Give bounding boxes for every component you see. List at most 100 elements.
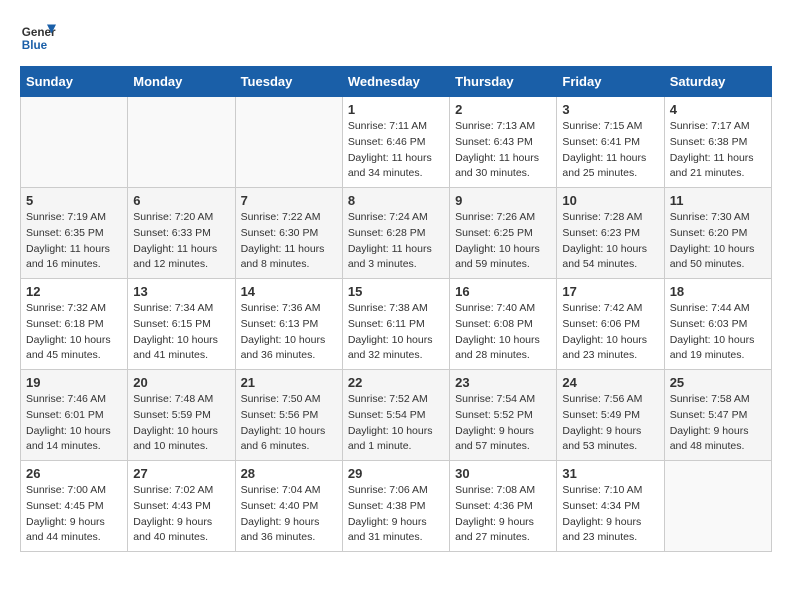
day-cell: 16 Sunrise: 7:40 AM Sunset: 6:08 PM Dayli… [450,279,557,370]
day-cell: 11 Sunrise: 7:30 AM Sunset: 6:20 PM Dayli… [664,188,771,279]
day-cell: 15 Sunrise: 7:38 AM Sunset: 6:11 PM Dayli… [342,279,449,370]
day-info: Sunrise: 7:50 AM Sunset: 5:56 PM Dayligh… [241,392,337,455]
day-cell: 12 Sunrise: 7:32 AM Sunset: 6:18 PM Dayli… [21,279,128,370]
week-row-4: 19 Sunrise: 7:46 AM Sunset: 6:01 PM Dayli… [21,370,772,461]
day-cell: 31 Sunrise: 7:10 AM Sunset: 4:34 PM Dayli… [557,461,664,552]
day-info: Sunrise: 7:08 AM Sunset: 4:36 PM Dayligh… [455,483,551,546]
day-info: Sunrise: 7:26 AM Sunset: 6:25 PM Dayligh… [455,210,551,273]
day-info: Sunrise: 7:32 AM Sunset: 6:18 PM Dayligh… [26,301,122,364]
calendar-table: SundayMondayTuesdayWednesdayThursdayFrid… [20,66,772,552]
day-cell: 17 Sunrise: 7:42 AM Sunset: 6:06 PM Dayli… [557,279,664,370]
day-number: 31 [562,466,658,481]
day-info: Sunrise: 7:22 AM Sunset: 6:30 PM Dayligh… [241,210,337,273]
day-header-monday: Monday [128,67,235,97]
day-header-tuesday: Tuesday [235,67,342,97]
day-info: Sunrise: 7:44 AM Sunset: 6:03 PM Dayligh… [670,301,766,364]
day-number: 6 [133,193,229,208]
day-header-saturday: Saturday [664,67,771,97]
day-info: Sunrise: 7:04 AM Sunset: 4:40 PM Dayligh… [241,483,337,546]
logo-icon: General Blue [20,20,56,56]
day-cell: 2 Sunrise: 7:13 AM Sunset: 6:43 PM Daylig… [450,97,557,188]
day-number: 25 [670,375,766,390]
day-number: 28 [241,466,337,481]
page-header: General Blue [20,20,772,56]
day-number: 11 [670,193,766,208]
day-info: Sunrise: 7:11 AM Sunset: 6:46 PM Dayligh… [348,119,444,182]
day-cell: 30 Sunrise: 7:08 AM Sunset: 4:36 PM Dayli… [450,461,557,552]
day-number: 23 [455,375,551,390]
week-row-2: 5Sunrise: 7:19 AM Sunset: 6:35 PM Daylig… [21,188,772,279]
day-number: 2 [455,102,551,117]
day-number: 17 [562,284,658,299]
day-number: 5 [26,193,122,208]
day-info: Sunrise: 7:28 AM Sunset: 6:23 PM Dayligh… [562,210,658,273]
day-info: Sunrise: 7:38 AM Sunset: 6:11 PM Dayligh… [348,301,444,364]
day-cell: 19 Sunrise: 7:46 AM Sunset: 6:01 PM Dayli… [21,370,128,461]
day-number: 19 [26,375,122,390]
day-info: Sunrise: 7:00 AM Sunset: 4:45 PM Dayligh… [26,483,122,546]
day-info: Sunrise: 7:15 AM Sunset: 6:41 PM Dayligh… [562,119,658,182]
day-number: 20 [133,375,229,390]
day-cell: 8Sunrise: 7:24 AM Sunset: 6:28 PM Daylig… [342,188,449,279]
day-cell [128,97,235,188]
day-info: Sunrise: 7:46 AM Sunset: 6:01 PM Dayligh… [26,392,122,455]
day-cell: 25 Sunrise: 7:58 AM Sunset: 5:47 PM Dayli… [664,370,771,461]
day-cell [664,461,771,552]
day-cell [21,97,128,188]
logo: General Blue [20,20,56,56]
day-header-wednesday: Wednesday [342,67,449,97]
day-number: 14 [241,284,337,299]
day-header-friday: Friday [557,67,664,97]
day-info: Sunrise: 7:13 AM Sunset: 6:43 PM Dayligh… [455,119,551,182]
day-info: Sunrise: 7:02 AM Sunset: 4:43 PM Dayligh… [133,483,229,546]
day-info: Sunrise: 7:40 AM Sunset: 6:08 PM Dayligh… [455,301,551,364]
week-row-5: 26 Sunrise: 7:00 AM Sunset: 4:45 PM Dayli… [21,461,772,552]
day-number: 24 [562,375,658,390]
day-number: 30 [455,466,551,481]
day-cell: 28 Sunrise: 7:04 AM Sunset: 4:40 PM Dayli… [235,461,342,552]
day-cell: 7Sunrise: 7:22 AM Sunset: 6:30 PM Daylig… [235,188,342,279]
day-info: Sunrise: 7:20 AM Sunset: 6:33 PM Dayligh… [133,210,229,273]
day-cell: 23 Sunrise: 7:54 AM Sunset: 5:52 PM Dayli… [450,370,557,461]
day-cell: 10 Sunrise: 7:28 AM Sunset: 6:23 PM Dayli… [557,188,664,279]
day-number: 26 [26,466,122,481]
day-cell: 26 Sunrise: 7:00 AM Sunset: 4:45 PM Dayli… [21,461,128,552]
day-info: Sunrise: 7:34 AM Sunset: 6:15 PM Dayligh… [133,301,229,364]
day-number: 8 [348,193,444,208]
day-cell: 21 Sunrise: 7:50 AM Sunset: 5:56 PM Dayli… [235,370,342,461]
day-cell: 27 Sunrise: 7:02 AM Sunset: 4:43 PM Dayli… [128,461,235,552]
day-info: Sunrise: 7:36 AM Sunset: 6:13 PM Dayligh… [241,301,337,364]
day-number: 12 [26,284,122,299]
day-number: 10 [562,193,658,208]
day-header-thursday: Thursday [450,67,557,97]
day-number: 3 [562,102,658,117]
week-row-1: 1 Sunrise: 7:11 AM Sunset: 6:46 PM Daylig… [21,97,772,188]
day-cell [235,97,342,188]
days-header-row: SundayMondayTuesdayWednesdayThursdayFrid… [21,67,772,97]
day-info: Sunrise: 7:52 AM Sunset: 5:54 PM Dayligh… [348,392,444,455]
day-info: Sunrise: 7:17 AM Sunset: 6:38 PM Dayligh… [670,119,766,182]
day-number: 16 [455,284,551,299]
day-number: 15 [348,284,444,299]
day-cell: 20Sunrise: 7:48 AM Sunset: 5:59 PM Dayli… [128,370,235,461]
day-cell: 1 Sunrise: 7:11 AM Sunset: 6:46 PM Daylig… [342,97,449,188]
day-number: 18 [670,284,766,299]
day-number: 29 [348,466,444,481]
day-cell: 9 Sunrise: 7:26 AM Sunset: 6:25 PM Daylig… [450,188,557,279]
day-info: Sunrise: 7:56 AM Sunset: 5:49 PM Dayligh… [562,392,658,455]
day-number: 21 [241,375,337,390]
day-info: Sunrise: 7:06 AM Sunset: 4:38 PM Dayligh… [348,483,444,546]
day-number: 27 [133,466,229,481]
day-cell: 4Sunrise: 7:17 AM Sunset: 6:38 PM Daylig… [664,97,771,188]
day-number: 9 [455,193,551,208]
day-number: 1 [348,102,444,117]
day-info: Sunrise: 7:54 AM Sunset: 5:52 PM Dayligh… [455,392,551,455]
day-cell: 24 Sunrise: 7:56 AM Sunset: 5:49 PM Dayli… [557,370,664,461]
day-info: Sunrise: 7:30 AM Sunset: 6:20 PM Dayligh… [670,210,766,273]
day-cell: 6 Sunrise: 7:20 AM Sunset: 6:33 PM Daylig… [128,188,235,279]
day-header-sunday: Sunday [21,67,128,97]
day-info: Sunrise: 7:58 AM Sunset: 5:47 PM Dayligh… [670,392,766,455]
day-info: Sunrise: 7:42 AM Sunset: 6:06 PM Dayligh… [562,301,658,364]
day-cell: 5Sunrise: 7:19 AM Sunset: 6:35 PM Daylig… [21,188,128,279]
day-info: Sunrise: 7:10 AM Sunset: 4:34 PM Dayligh… [562,483,658,546]
